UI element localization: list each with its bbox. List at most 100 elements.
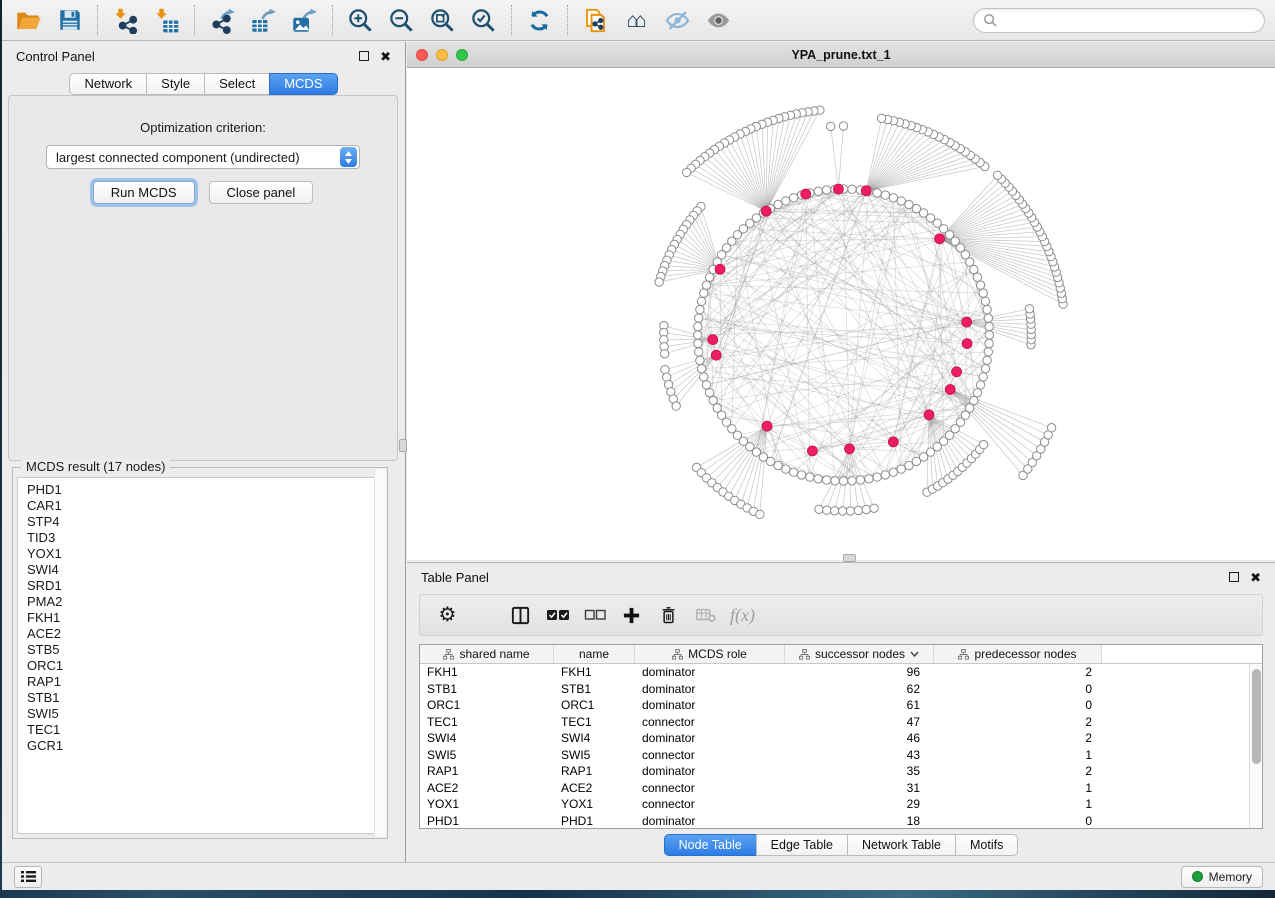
cell-mcds_role[interactable]: dominator <box>635 764 785 778</box>
cell-shared_name[interactable]: STB1 <box>420 682 554 696</box>
cell-name[interactable]: FKH1 <box>554 665 635 679</box>
mcds-result-item[interactable]: ORC1 <box>27 658 382 674</box>
criterion-select[interactable]: largest connected component (undirected) <box>46 145 360 169</box>
cell-successor_nodes[interactable]: 18 <box>785 814 934 828</box>
cell-shared_name[interactable]: ORC1 <box>420 698 554 712</box>
search-input[interactable] <box>1003 13 1255 27</box>
mcds-result-item[interactable]: STB1 <box>27 690 382 706</box>
zoom-selected-button[interactable] <box>463 3 504 37</box>
mcds-result-item[interactable]: TEC1 <box>27 722 382 738</box>
zoom-out-button[interactable] <box>381 3 422 37</box>
cell-name[interactable]: STB1 <box>554 682 635 696</box>
zoom-in-button[interactable] <box>340 3 381 37</box>
cell-predecessor_nodes[interactable]: 2 <box>934 665 1102 679</box>
cell-successor_nodes[interactable]: 62 <box>785 682 934 696</box>
mcds-result-item[interactable]: SWI4 <box>27 562 382 578</box>
cell-successor_nodes[interactable]: 47 <box>785 715 934 729</box>
hide-selected-button[interactable] <box>657 3 698 37</box>
table-row[interactable]: PHD1PHD1dominator180 <box>420 813 1249 829</box>
cell-name[interactable]: TEC1 <box>554 715 635 729</box>
tab-network-table[interactable]: Network Table <box>847 834 956 856</box>
cell-shared_name[interactable]: SWI5 <box>420 748 554 762</box>
cell-shared_name[interactable]: ACE2 <box>420 781 554 795</box>
mcds-result-item[interactable]: GCR1 <box>27 738 382 754</box>
cell-successor_nodes[interactable]: 46 <box>785 731 934 745</box>
cell-mcds_role[interactable]: dominator <box>635 731 785 745</box>
cell-mcds_role[interactable]: dominator <box>635 814 785 828</box>
table-row[interactable]: SWI5SWI5connector431 <box>420 747 1249 764</box>
cell-name[interactable]: RAP1 <box>554 764 635 778</box>
first-neighbors-button[interactable]: ⌂⌂ <box>616 3 657 37</box>
cell-name[interactable]: SWI5 <box>554 748 635 762</box>
mcds-result-item[interactable]: STB5 <box>27 642 382 658</box>
mcds-result-item[interactable]: CAR1 <box>27 498 382 514</box>
import-network-button[interactable] <box>105 3 146 37</box>
task-history-button[interactable] <box>14 866 42 888</box>
show-all-button[interactable] <box>698 3 739 37</box>
vertical-splitter-handle[interactable] <box>399 439 407 452</box>
tab-network[interactable]: Network <box>69 73 147 95</box>
float-table-panel-icon[interactable] <box>1229 572 1239 582</box>
cell-predecessor_nodes[interactable]: 0 <box>934 698 1102 712</box>
mcds-result-list[interactable]: PHD1CAR1STP4TID3YOX1SWI4SRD1PMA2FKH1ACE2… <box>17 477 383 834</box>
memory-button[interactable]: Memory <box>1181 866 1263 888</box>
cell-predecessor_nodes[interactable]: 1 <box>934 748 1102 762</box>
table-row[interactable]: TEC1TEC1connector472 <box>420 714 1249 731</box>
save-button[interactable] <box>49 3 90 37</box>
tab-mcds[interactable]: MCDS <box>269 73 337 95</box>
cell-shared_name[interactable]: PHD1 <box>420 814 554 828</box>
import-table-button[interactable] <box>146 3 187 37</box>
tab-node-table[interactable]: Node Table <box>664 834 757 856</box>
column-header-predecessor-nodes[interactable]: predecessor nodes <box>934 645 1102 663</box>
cell-successor_nodes[interactable]: 35 <box>785 764 934 778</box>
open-file-button[interactable] <box>8 3 49 37</box>
column-header-shared-name[interactable]: shared name <box>420 645 554 663</box>
refresh-view-button[interactable] <box>519 3 560 37</box>
cell-name[interactable]: SWI4 <box>554 731 635 745</box>
cell-predecessor_nodes[interactable]: 0 <box>934 814 1102 828</box>
cell-predecessor_nodes[interactable]: 0 <box>934 682 1102 696</box>
cell-successor_nodes[interactable]: 31 <box>785 781 934 795</box>
horizontal-splitter-handle[interactable] <box>843 554 856 562</box>
cell-mcds_role[interactable]: dominator <box>635 698 785 712</box>
cell-mcds_role[interactable]: dominator <box>635 682 785 696</box>
export-network-button[interactable] <box>202 3 243 37</box>
table-row[interactable]: SWI4SWI4dominator462 <box>420 730 1249 747</box>
tab-select[interactable]: Select <box>204 73 270 95</box>
select-all-columns-button[interactable] <box>539 598 576 632</box>
cell-shared_name[interactable]: TEC1 <box>420 715 554 729</box>
table-scrollbar-thumb[interactable] <box>1252 669 1261 764</box>
mcds-result-item[interactable]: FKH1 <box>27 610 382 626</box>
close-panel-button[interactable]: Close panel <box>209 181 314 204</box>
mcds-result-item[interactable]: TID3 <box>27 530 382 546</box>
tab-motifs[interactable]: Motifs <box>955 834 1018 856</box>
cell-mcds_role[interactable]: connector <box>635 748 785 762</box>
column-header-MCDS-role[interactable]: MCDS role <box>635 645 785 663</box>
mcds-result-item[interactable]: ACE2 <box>27 626 382 642</box>
tab-style[interactable]: Style <box>146 73 205 95</box>
show-columns-button[interactable] <box>502 598 539 632</box>
table-row[interactable]: RAP1RAP1dominator352 <box>420 763 1249 780</box>
deselect-all-columns-button[interactable] <box>576 598 613 632</box>
mcds-result-item[interactable]: YOX1 <box>27 546 382 562</box>
zoom-fit-button[interactable] <box>422 3 463 37</box>
table-settings-button[interactable]: ⚙ <box>429 598 466 632</box>
table-row[interactable]: FKH1FKH1dominator962 <box>420 664 1249 681</box>
cell-predecessor_nodes[interactable]: 2 <box>934 731 1102 745</box>
mcds-result-item[interactable]: PHD1 <box>27 482 382 498</box>
close-table-panel-icon[interactable]: ✖ <box>1250 571 1261 584</box>
column-header-name[interactable]: name <box>554 645 635 663</box>
mcds-result-item[interactable]: PMA2 <box>27 594 382 610</box>
cell-successor_nodes[interactable]: 29 <box>785 797 934 811</box>
mcds-list-scrollbar[interactable] <box>374 469 386 837</box>
cell-mcds_role[interactable]: connector <box>635 781 785 795</box>
cell-mcds_role[interactable]: dominator <box>635 665 785 679</box>
tab-edge-table[interactable]: Edge Table <box>756 834 848 856</box>
cell-shared_name[interactable]: SWI4 <box>420 731 554 745</box>
table-row[interactable]: ORC1ORC1dominator610 <box>420 697 1249 714</box>
cell-name[interactable]: ORC1 <box>554 698 635 712</box>
cell-mcds_role[interactable]: connector <box>635 797 785 811</box>
delete-columns-button[interactable] <box>650 598 687 632</box>
table-row[interactable]: STB1STB1dominator620 <box>420 681 1249 698</box>
function-builder-button[interactable]: f(x) <box>724 598 761 632</box>
